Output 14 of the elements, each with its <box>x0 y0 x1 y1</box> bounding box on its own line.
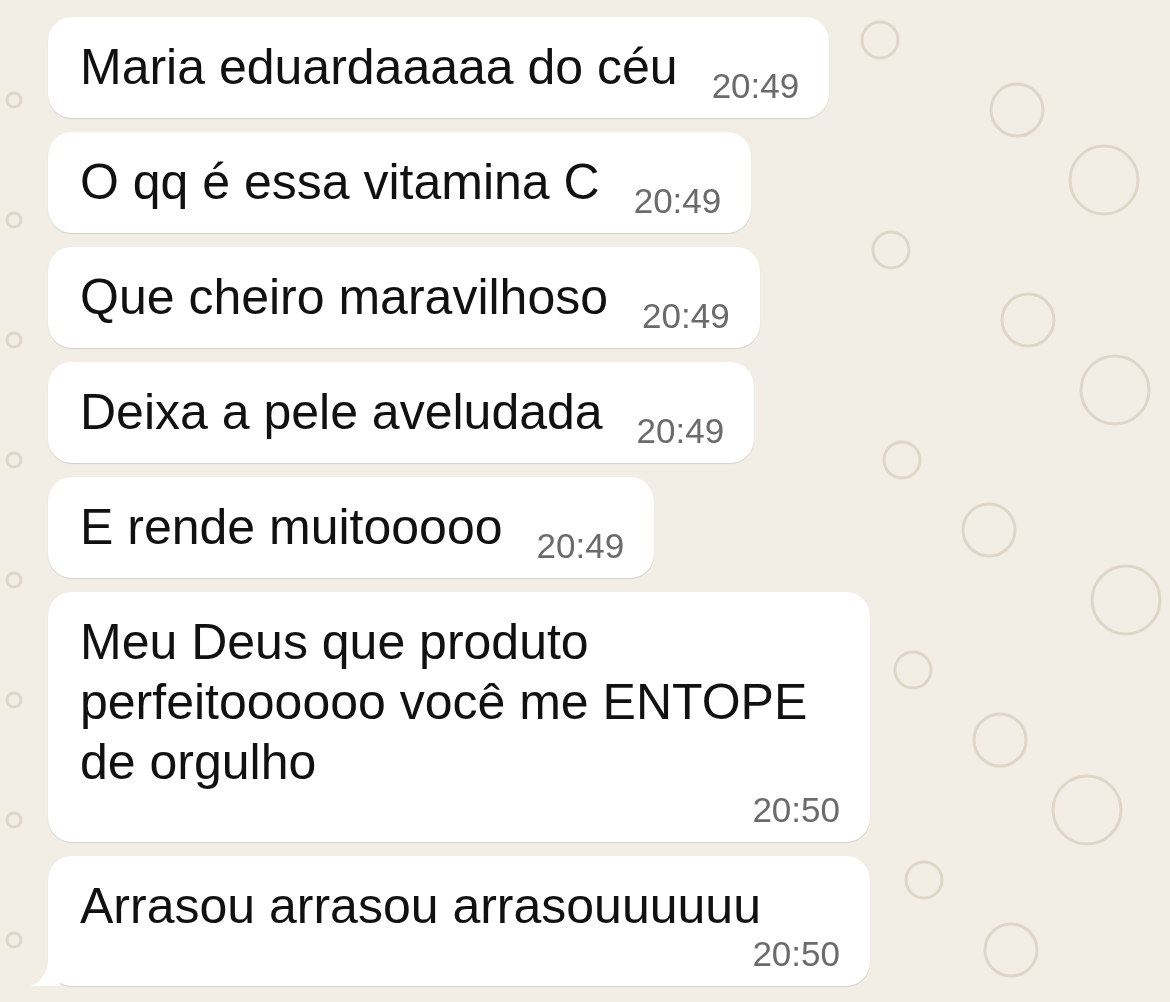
message-text: Meu Deus que produto perfeitoooooo você me ENTOPE de orgulho <box>80 613 809 792</box>
message-time: 20:49 <box>536 528 625 563</box>
message-text: O qq é essa vitamina C <box>80 153 600 212</box>
message-time: 20:49 <box>711 68 800 103</box>
message-time: 20:49 <box>633 183 722 218</box>
message-time: 20:49 <box>636 413 725 448</box>
message-text: Que cheiro maravilhoso <box>80 268 609 327</box>
message-text: Maria eduardaaaaa do céu <box>80 38 678 97</box>
message-time: 20:50 <box>752 792 840 827</box>
message-time: 20:49 <box>642 298 730 333</box>
message-text: E rende muitooooo <box>80 498 503 557</box>
message-text: Arrasou arrasou arrasouuuuuu <box>80 877 761 936</box>
message-time: 20:50 <box>752 936 840 971</box>
message-text: Deixa a pele aveludada <box>80 383 603 442</box>
